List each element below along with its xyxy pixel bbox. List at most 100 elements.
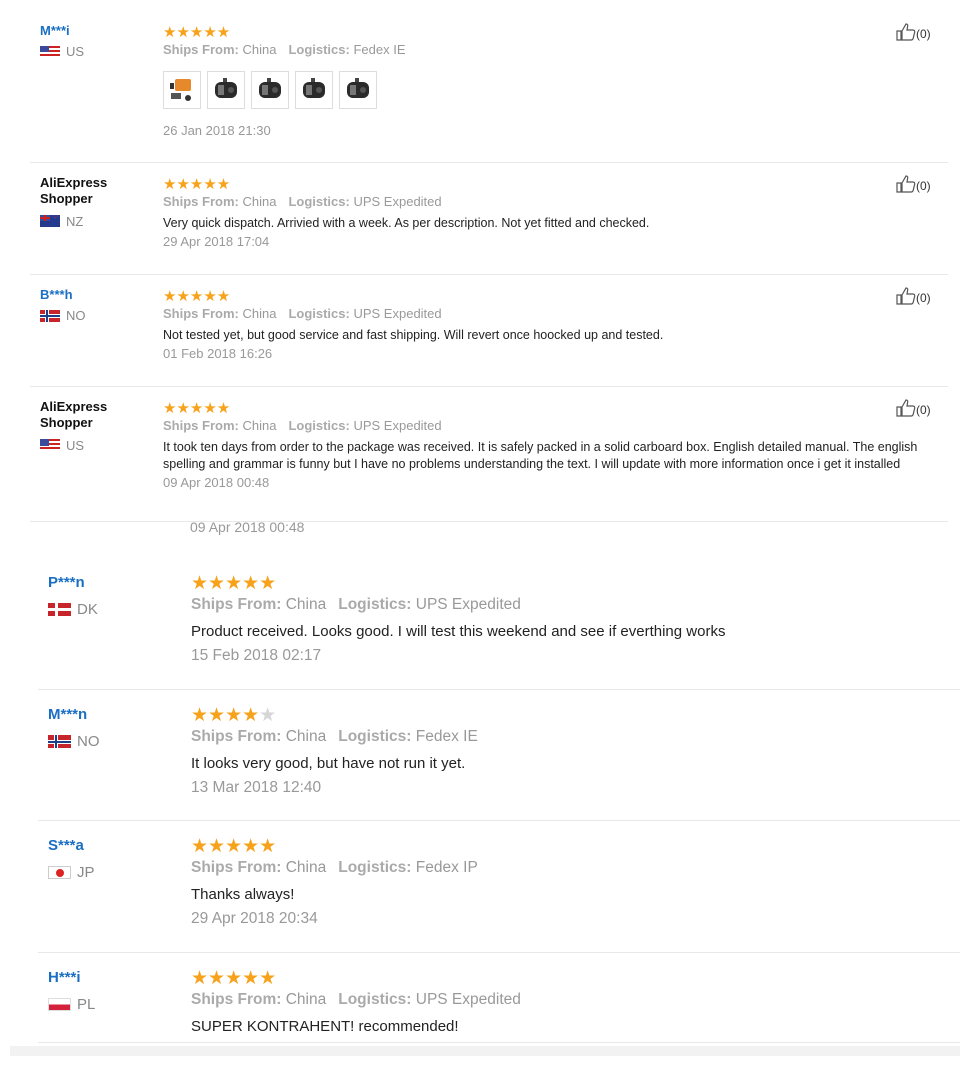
helpful-count: (0)	[916, 178, 931, 193]
logistics-label: Logistics:	[338, 991, 412, 1008]
reviewer-name[interactable]: S***a	[48, 837, 168, 854]
reviewer-name[interactable]: M***n	[48, 706, 168, 723]
review-item: H***i PL ★★★★★ Ships From: China Logistics: …	[38, 953, 960, 1043]
logistics-label: Logistics:	[288, 418, 350, 433]
ships-from-value: China	[242, 42, 277, 57]
country-code: NO	[66, 308, 86, 323]
review-item: AliExpress Shopper NZ ★★★★★Ships From: Chi…	[30, 163, 948, 275]
reviewer-name[interactable]: H***i	[48, 969, 168, 986]
review-content: ★★★★★ Ships From: China Logistics: Fedex I…	[191, 706, 951, 797]
shipping-info: Ships From: China Logistics: UPS Expedite…	[191, 596, 951, 614]
star-rating: ★★★★★	[191, 968, 277, 989]
review-content: ★★★★★ Ships From: China Logistics: UPS Exp…	[163, 401, 938, 490]
country-code: JP	[77, 864, 95, 881]
shipping-info: Ships From: China Logistics: Fedex IE	[191, 728, 951, 746]
helpful-count: (0)	[916, 26, 931, 41]
logistics-value: Fedex IP	[415, 859, 478, 876]
review-date: 15 Feb 2018 02:17	[191, 647, 322, 664]
review-date: 01 Feb 2018 16:26	[163, 346, 273, 361]
ships-from-label: Ships From:	[191, 991, 282, 1008]
heater-unit-photo[interactable]	[295, 71, 333, 109]
thumbs-up-icon	[896, 399, 916, 420]
star-rating: ★★★★★	[191, 705, 277, 726]
helpful-button[interactable]: (0)	[896, 23, 931, 44]
country-code: NO	[77, 733, 100, 750]
logistics-value: UPS Expedited	[353, 306, 442, 321]
review-text: It took ten days from order to the packa…	[163, 440, 918, 471]
helpful-button[interactable]: (0)	[896, 287, 931, 308]
shipping-info: Ships From: China Logistics: UPS Expedite…	[163, 418, 938, 433]
review-text: Product received. Looks good. I will tes…	[191, 623, 726, 640]
reviewer-info: B***h NO	[40, 287, 150, 323]
logistics-label: Logistics:	[288, 306, 350, 321]
review-item: B***h NO ★★★★★ Ships From: China Logistics: …	[30, 275, 948, 387]
country-flag-icon	[40, 45, 60, 58]
review-item: M***n NO ★★★★★ Ships From: China Logistics: …	[38, 690, 960, 821]
logistics-label: Logistics:	[288, 42, 350, 57]
logistics-label: Logistics:	[338, 859, 412, 876]
review-photos	[163, 71, 938, 109]
reviewer-info: AliExpress Shopper US	[40, 399, 150, 453]
star-rating: ★★★★★	[163, 24, 231, 41]
review-date: 13 Mar 2018 12:40	[191, 779, 322, 796]
helpful-count: (0)	[916, 290, 931, 305]
reviewer-country: DK	[48, 601, 168, 618]
shipping-info: Ships From: China Logistics: Fedex IP	[191, 859, 951, 877]
ships-from-value: China	[285, 991, 327, 1008]
heater-unit-photo[interactable]	[339, 71, 377, 109]
shipping-info: Ships From: China Logistics: UPS Expedite…	[163, 306, 938, 321]
review-date: 29 Apr 2018 20:34	[191, 910, 318, 927]
heater-kit-photo[interactable]	[163, 71, 201, 109]
country-flag-icon	[48, 603, 71, 616]
reviewer-name[interactable]: M***i	[40, 23, 150, 38]
review-date: 29 Apr 2018 17:04	[163, 234, 270, 249]
ships-from-value: China	[242, 418, 277, 433]
country-flag-icon	[40, 215, 60, 227]
heater-unit-photo[interactable]	[207, 71, 245, 109]
star-rating: ★★★★★	[163, 288, 231, 305]
review-content: ★★★★★ Ships From: China Logistics: UPS Exp…	[191, 574, 951, 665]
helpful-button[interactable]: (0)	[896, 175, 931, 196]
logistics-value: Fedex IE	[415, 728, 478, 745]
ships-from-label: Ships From:	[191, 596, 282, 613]
logistics-value: UPS Expedited	[353, 418, 442, 433]
review-item: AliExpress Shopper US ★★★★★ Ships From: Chi…	[30, 387, 948, 522]
country-code: PL	[77, 996, 96, 1013]
country-code: DK	[77, 601, 98, 618]
helpful-button[interactable]: (0)	[896, 399, 931, 420]
ships-from-label: Ships From:	[163, 42, 239, 57]
star-rating: ★★★★★	[191, 836, 277, 857]
reviewer-country: NO	[48, 733, 168, 750]
logistics-label: Logistics:	[338, 596, 412, 613]
helpful-count: (0)	[916, 402, 931, 417]
reviewer-name[interactable]: B***h	[40, 287, 150, 302]
logistics-label: Logistics:	[338, 728, 412, 745]
logistics-value: Fedex IE	[353, 42, 406, 57]
review-text: It looks very good, but have not run it …	[191, 755, 466, 772]
review-text: SUPER KONTRAHENT! recommended!	[191, 1018, 459, 1035]
ships-from-value: China	[242, 306, 277, 321]
ships-from-value: China	[285, 596, 327, 613]
country-flag-icon	[40, 439, 60, 451]
country-code: US	[66, 44, 85, 59]
review-content: ★★★★★ Ships From: China Logistics: UPS Exp…	[191, 969, 951, 1037]
reviewer-country: NO	[40, 308, 150, 323]
shipping-info: Ships From: China Logistics: Fedex IE	[163, 42, 938, 57]
review-text: Thanks always!	[191, 886, 295, 903]
reviewer-country: PL	[48, 996, 168, 1013]
reviewer-info: H***i PL	[48, 969, 168, 1013]
ships-from-label: Ships From:	[163, 194, 239, 209]
reviewer-country: JP	[48, 864, 168, 881]
ships-from-label: Ships From:	[191, 728, 282, 745]
shipping-info: Ships From: China Logistics: UPS Expedite…	[191, 991, 951, 1009]
ships-from-value: China	[242, 194, 277, 209]
reviewer-name[interactable]: P***n	[48, 574, 168, 591]
reviewer-info: S***a JP	[48, 837, 168, 881]
reviewer-country: NZ	[40, 214, 150, 229]
country-flag-icon	[40, 309, 60, 322]
heater-unit-photo[interactable]	[251, 71, 289, 109]
reviewer-name: AliExpress Shopper	[40, 175, 108, 207]
reviewer-info: AliExpress Shopper NZ	[40, 175, 150, 229]
country-flag-icon	[48, 866, 71, 879]
reviewer-country: US	[40, 44, 150, 59]
